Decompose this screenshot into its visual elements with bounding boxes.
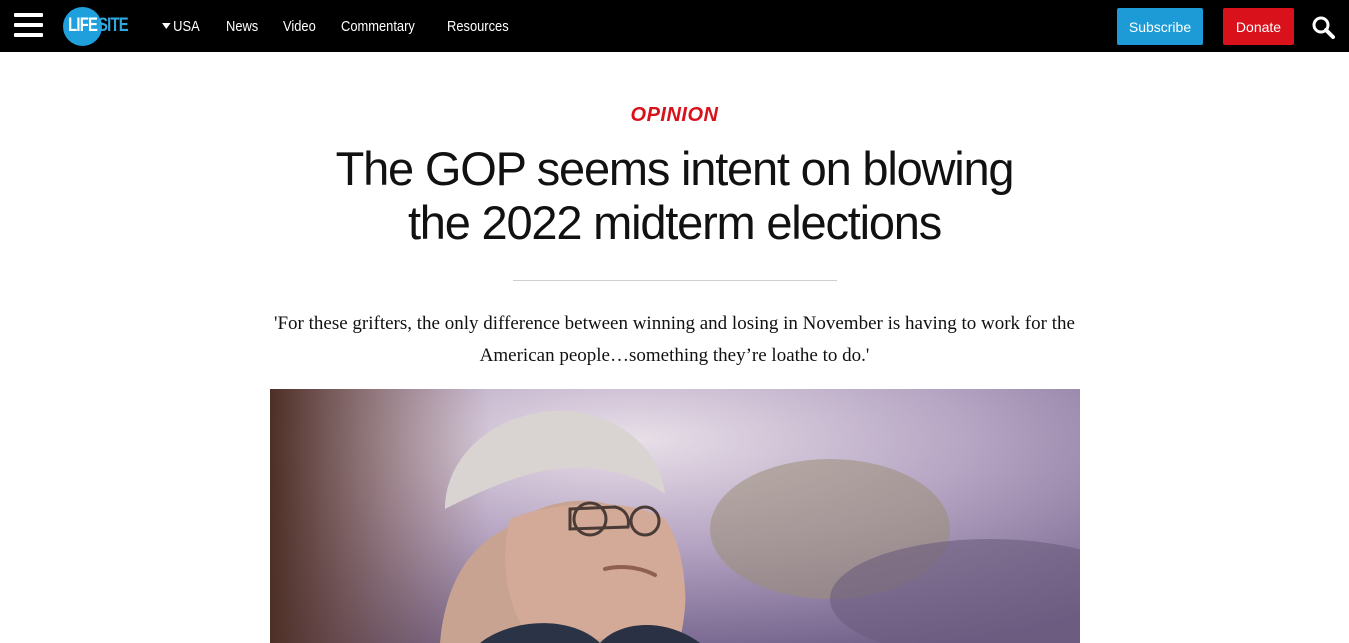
caret-down-icon [162,23,171,29]
nav-item-commentary[interactable]: Commentary [341,18,415,35]
article-kicker[interactable]: OPINION [0,104,1349,127]
article-headline: The GOP seems intent on blowing the 2022… [335,142,1015,249]
search-icon[interactable] [1311,15,1335,39]
nav-item-video[interactable]: Video [283,18,316,35]
hero-image [270,389,1080,643]
top-navigation-bar: LIFE SITE USA News Video Commentary Reso… [0,0,1349,52]
nav-item-label: USA [173,17,200,35]
nav-item-news[interactable]: News [226,18,258,35]
main-nav: USA News Video Commentary Resources [162,0,539,52]
nav-item-label: Resources [447,17,509,35]
nav-item-label: News [225,17,259,35]
hamburger-menu-icon[interactable] [14,13,43,38]
headline-divider [513,280,837,281]
nav-item-label: Video [283,17,317,35]
hero-image-illustration [270,389,1080,643]
nav-item-label: Commentary [341,17,416,35]
article-dek: 'For these grifters, the only difference… [274,313,1075,366]
site-logo[interactable]: LIFE SITE [63,6,136,46]
nav-item-resources[interactable]: Resources [447,18,509,35]
nav-item-usa[interactable]: USA [162,18,200,35]
logo-text-life: LIFE [67,15,98,36]
logo-circle: LIFE [63,6,102,46]
subscribe-button[interactable]: Subscribe [1117,8,1203,45]
logo-text-site: SITE [98,15,129,36]
donate-button[interactable]: Donate [1223,8,1294,45]
